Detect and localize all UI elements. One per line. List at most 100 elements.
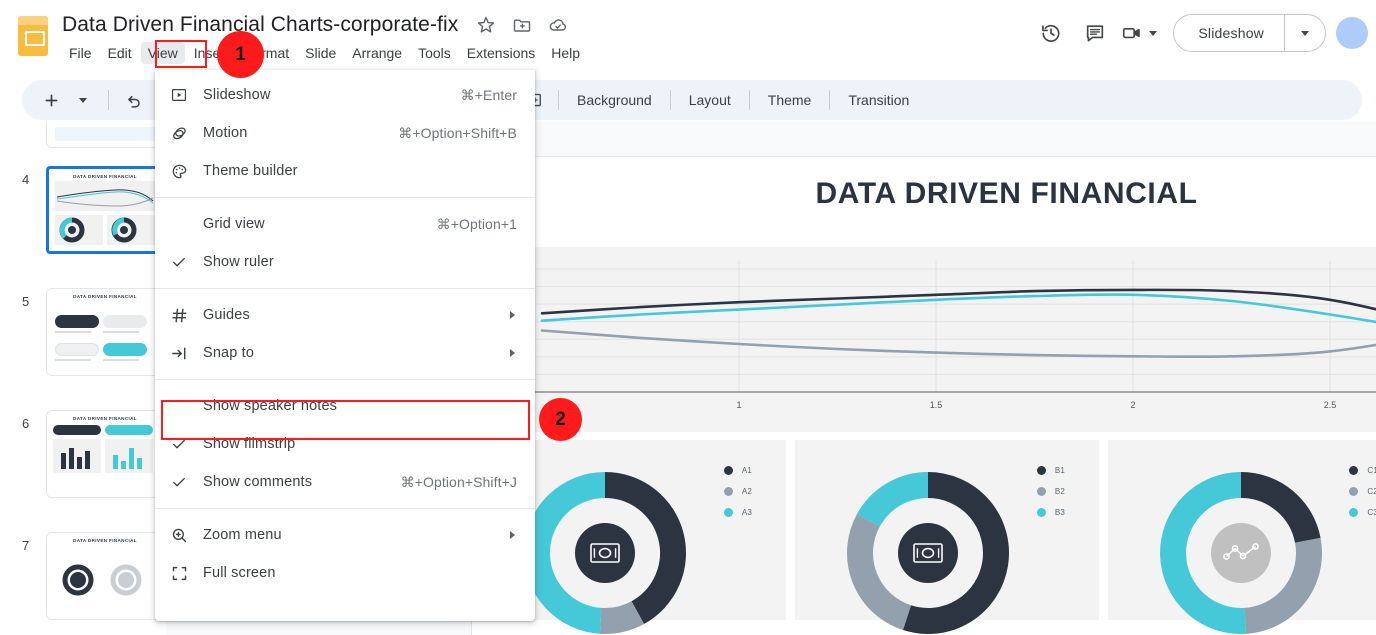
menu-item-full-screen[interactable]: Full screen (155, 554, 535, 592)
donut-chart-c[interactable]: C1 C2 C3 (1108, 440, 1376, 634)
guides-icon (155, 306, 203, 325)
menu-item-label: Zoom menu (203, 527, 282, 543)
svg-text:1: 1 (736, 400, 741, 410)
cloud-saved-icon[interactable] (548, 15, 568, 35)
divider (558, 90, 559, 110)
menu-tools[interactable]: Tools (411, 42, 458, 64)
slideshow-button[interactable]: Slideshow (1173, 14, 1326, 52)
slide-thumbnail-4[interactable]: DATA DRIVEN FINANCIAL (46, 166, 164, 254)
annotation-number: 1 (235, 43, 246, 65)
list-item[interactable]: 4 DATA DRIVEN FINANCIAL (0, 166, 166, 266)
transition-button[interactable]: Transition (838, 87, 919, 113)
menu-item-slideshow[interactable]: Slideshow ⌘+Enter (155, 76, 535, 114)
star-icon[interactable] (476, 15, 496, 35)
chevron-right-icon (510, 531, 515, 539)
menu-item-label: Theme builder (203, 163, 298, 179)
theme-button[interactable]: Theme (758, 87, 822, 113)
slide-number-6: 6 (22, 416, 30, 431)
legend-item: A1 (723, 466, 752, 475)
menu-item-grid-view[interactable]: Grid view ⌘+Option+1 (155, 205, 535, 243)
menu-divider (155, 197, 535, 198)
slide-thumbnail-7[interactable]: DATA DRIVEN FINANCIAL (46, 532, 164, 620)
legend-color-swatch (1036, 487, 1046, 496)
avatar[interactable] (1336, 17, 1368, 49)
slides-app-icon (18, 16, 48, 56)
undo-button[interactable] (119, 85, 149, 115)
menu-item-show-comments[interactable]: Show comments ⌘+Option+Shift+J (155, 463, 535, 501)
list-item[interactable] (0, 122, 166, 160)
menu-extensions[interactable]: Extensions (460, 42, 542, 64)
divider (829, 90, 831, 110)
legend-item: C2 (1349, 487, 1376, 496)
menu-item-motion[interactable]: Motion ⌘+Option+Shift+B (155, 114, 535, 152)
slideshow-button-label: Slideshow (1198, 25, 1264, 41)
menu-edit[interactable]: Edit (101, 42, 139, 64)
legend-color-swatch (1036, 466, 1046, 475)
divider (748, 90, 750, 110)
slideshow-icon (155, 86, 203, 104)
menu-item-theme-builder[interactable]: Theme builder (155, 152, 535, 190)
annotation-badge-2: 2 (539, 398, 582, 441)
view-menu-dropdown[interactable]: Slideshow ⌘+Enter Motion ⌘+Option+Shift+… (155, 70, 535, 621)
menu-item-guides[interactable]: Guides (155, 296, 535, 334)
donut-charts-row: A1 A2 A3 B1 B2 B3 C C C (482, 440, 1376, 634)
menu-file[interactable]: File (62, 42, 99, 64)
menu-item-snap-to[interactable]: Snap to (155, 334, 535, 372)
menu-item-show-ruler[interactable]: Show ruler (155, 243, 535, 281)
app-header: Data Driven Financial Charts-corporate-f… (0, 0, 1376, 78)
theme-builder-icon (155, 162, 203, 181)
snap-to-icon (155, 344, 203, 363)
menu-view[interactable]: View (140, 42, 185, 64)
menu-item-label: Show filmstrip (203, 436, 296, 452)
legend-item-label: A3 (741, 508, 752, 517)
list-item[interactable]: 7 DATA DRIVEN FINANCIAL (0, 532, 166, 632)
legend-item-label: C1 (1367, 466, 1376, 475)
slide-number-5: 5 (22, 294, 30, 309)
chevron-down-icon[interactable] (1149, 30, 1158, 36)
divider (108, 90, 109, 110)
thumbnail-title: DATA DRIVEN FINANCIAL (73, 538, 137, 543)
slide-thumbnail-3[interactable] (46, 122, 164, 148)
menu-item-label: Show ruler (203, 254, 274, 270)
menu-item-shortcut: ⌘+Option+Shift+J (400, 473, 517, 490)
menu-item-label: Full screen (203, 565, 276, 581)
slide-title[interactable]: DATA DRIVEN FINANCIAL (472, 177, 1376, 211)
svg-text:1.5: 1.5 (930, 400, 943, 410)
line-chart[interactable]: 11.522.53 (482, 247, 1376, 432)
new-slide-dropdown-button[interactable] (68, 85, 98, 115)
menu-item-label: Motion (203, 125, 248, 141)
thumbnail-title: DATA DRIVEN FINANCIAL (73, 416, 137, 421)
svg-text:2.5: 2.5 (1324, 400, 1337, 410)
menu-item-zoom-menu[interactable]: Zoom menu (155, 516, 535, 554)
donut-chart-b[interactable]: B1 B2 B3 (795, 440, 1099, 634)
menu-help[interactable]: Help (544, 42, 587, 64)
legend-item-label: B2 (1054, 487, 1065, 496)
document-title[interactable]: Data Driven Financial Charts-corporate-f… (62, 13, 458, 37)
present-camera-control[interactable] (1117, 11, 1165, 55)
comment-icon[interactable] (1073, 11, 1117, 55)
slide-thumbnail-5[interactable]: DATA DRIVEN FINANCIAL (46, 288, 164, 376)
chevron-right-icon (510, 349, 515, 357)
list-item[interactable]: 6 DATA DRIVEN FINANCIAL (0, 410, 166, 510)
list-item[interactable]: 5 DATA DRIVEN FINANCIAL (0, 288, 166, 388)
version-history-icon[interactable] (1029, 11, 1073, 55)
menu-item-show-filmstrip[interactable]: Show filmstrip (155, 425, 535, 463)
slide-number-7: 7 (22, 538, 30, 553)
move-to-folder-icon[interactable] (512, 15, 532, 35)
layout-button[interactable]: Layout (679, 87, 741, 113)
slide-filmstrip[interactable]: 4 DATA DRIVEN FINANCIAL 5 DATA DRIVEN FI… (0, 122, 166, 635)
slides-app-window: Data Driven Financial Charts-corporate-f… (0, 0, 1376, 635)
checkmark-icon (155, 435, 203, 453)
slideshow-dropdown-button[interactable] (1285, 30, 1325, 36)
menu-arrange[interactable]: Arrange (345, 42, 409, 64)
background-button[interactable]: Background (567, 87, 662, 113)
menu-slide[interactable]: Slide (298, 42, 343, 64)
menu-divider (155, 379, 535, 380)
current-slide[interactable]: DATA DRIVEN FINANCIAL 11.522.53 A1 (471, 156, 1376, 635)
new-slide-button[interactable] (36, 85, 66, 115)
present-camera-icon[interactable] (1117, 11, 1147, 55)
legend-item: A2 (723, 487, 752, 496)
slide-thumbnail-6[interactable]: DATA DRIVEN FINANCIAL (46, 410, 164, 498)
menu-item-show-speaker-notes[interactable]: Show speaker notes (155, 387, 535, 425)
legend-a: A1 A2 A3 (723, 466, 752, 517)
